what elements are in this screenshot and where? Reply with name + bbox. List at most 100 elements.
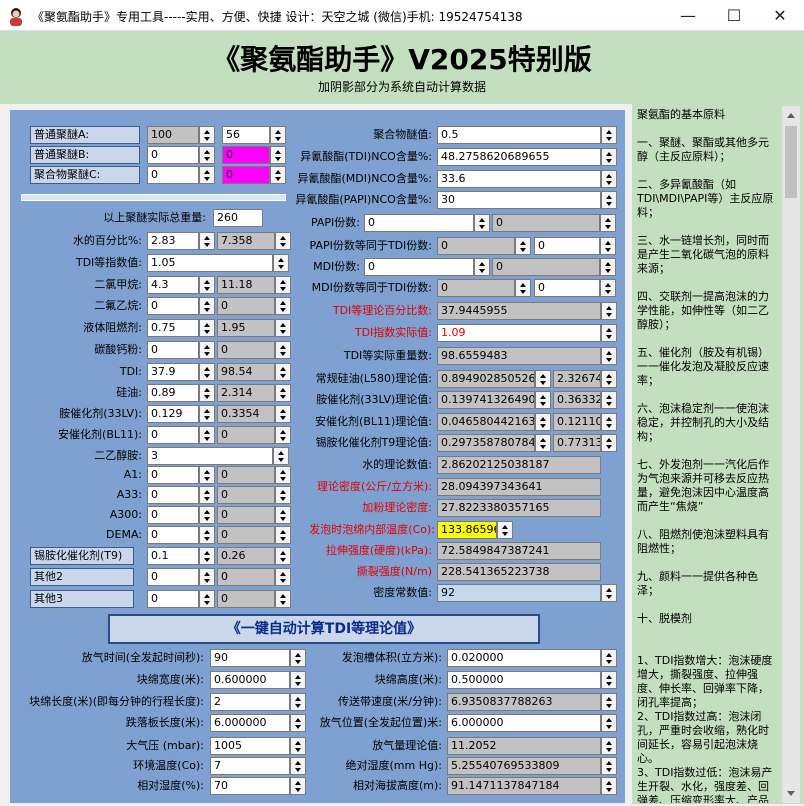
papi-nco-field-spin-icon[interactable]	[601, 191, 617, 209]
flame-field-1[interactable]: 0.75	[147, 319, 199, 337]
tensile-field[interactable]: 72.5849847387241	[437, 542, 601, 560]
deg-field-spin-icon[interactable]	[273, 447, 289, 465]
a300-field-2-spin-icon[interactable]	[275, 506, 291, 524]
a33-field-2-spin-icon[interactable]	[275, 486, 291, 504]
altitude-field-spin-icon[interactable]	[601, 777, 617, 795]
tin-theory-field-1[interactable]: 0.297358780784410	[437, 434, 535, 452]
silicone-theory-field-1-spin-icon[interactable]	[535, 370, 551, 388]
tdi-field-2-spin-icon[interactable]	[275, 363, 291, 381]
deg-field[interactable]: 3	[147, 447, 273, 465]
tin-theory-field-2[interactable]: 0.77313	[553, 434, 601, 452]
amineBL-theory-field-2-spin-icon[interactable]	[601, 413, 617, 431]
trough-field-spin-icon[interactable]	[601, 649, 617, 667]
caco3-field-1[interactable]: 0	[147, 341, 199, 359]
tin-theory-field-1-spin-icon[interactable]	[535, 434, 551, 452]
difluoro-field-1-spin-icon[interactable]	[199, 297, 215, 315]
silicone-theory-field-1[interactable]: 0.894902850526306	[437, 370, 535, 388]
polyC-field-2[interactable]: 0	[222, 166, 270, 184]
other2-field-1-spin-icon[interactable]	[199, 568, 215, 586]
silicone-field-1-spin-icon[interactable]	[199, 384, 215, 402]
density-field[interactable]: 28.094397343641	[437, 478, 601, 496]
other2-field-1[interactable]: 0	[147, 568, 199, 586]
block-width-field[interactable]: 0.600000	[210, 671, 290, 689]
water-field-2-spin-icon[interactable]	[275, 232, 291, 250]
difluoro-field-1[interactable]: 0	[147, 297, 199, 315]
amineBL-field-1-spin-icon[interactable]	[199, 426, 215, 444]
papi-eq-field-2[interactable]: 0	[534, 237, 600, 255]
polyA-field-2[interactable]: 56	[222, 126, 270, 144]
humidity-field[interactable]: 70	[210, 777, 290, 795]
silicone-field-2[interactable]: 2.314	[217, 384, 275, 402]
t9-field-1-spin-icon[interactable]	[199, 547, 215, 565]
papi-eq-field-1-spin-icon[interactable]	[515, 237, 531, 255]
tdi-nco-field-spin-icon[interactable]	[601, 148, 617, 166]
block-length-field[interactable]: 2	[210, 693, 290, 711]
papi-nco-field[interactable]: 30	[437, 191, 601, 209]
amine33-theory-field-1[interactable]: 0.139741326490728	[437, 391, 535, 409]
mdi-eq-field-2[interactable]: 0	[534, 279, 600, 297]
papi-eq-field-1[interactable]: 0	[437, 237, 515, 255]
polyB-field-1[interactable]: 0	[147, 146, 199, 164]
mdi-parts-field-2[interactable]: 0	[492, 258, 600, 276]
close-icon[interactable]: ✕	[757, 0, 803, 31]
conveyor-field-spin-icon[interactable]	[601, 693, 617, 711]
t9-field-2-spin-icon[interactable]	[275, 547, 291, 565]
other2-field-2[interactable]: 0	[217, 568, 275, 586]
a1-field-2[interactable]: 0	[217, 466, 275, 484]
tdi-theory-pct-field[interactable]: 37.9445955	[437, 302, 601, 320]
tdi-field-2[interactable]: 98.54	[217, 363, 275, 381]
dema-field-2[interactable]: 0	[217, 526, 275, 544]
vent-pos-field[interactable]: 6.000000	[447, 714, 601, 732]
tdi-theory-pct-field-spin-icon[interactable]	[601, 302, 617, 320]
vent-pos-field-spin-icon[interactable]	[601, 714, 617, 732]
papi-parts-field-1-spin-icon[interactable]	[474, 214, 490, 232]
mdi-parts-field-1-spin-icon[interactable]	[474, 258, 490, 276]
a1-field-1[interactable]: 0	[147, 466, 199, 484]
altitude-field[interactable]: 91.1471137847184	[447, 777, 601, 795]
silicone-theory-field-2-spin-icon[interactable]	[601, 370, 617, 388]
flame-field-2-spin-icon[interactable]	[275, 319, 291, 337]
papi-parts-field-2-spin-icon[interactable]	[600, 214, 616, 232]
caco3-field-2-spin-icon[interactable]	[275, 341, 291, 359]
abs-humidity-field[interactable]: 5.25540769533809	[447, 757, 601, 775]
vent-amount-field-spin-icon[interactable]	[601, 737, 617, 755]
papi-parts-field-2[interactable]: 0	[492, 214, 600, 232]
pressure-field[interactable]: 1005	[210, 737, 290, 755]
total-weight-field[interactable]: 260	[213, 209, 263, 227]
caco3-field-2[interactable]: 0	[217, 341, 275, 359]
polyB-field-1-spin-icon[interactable]	[199, 146, 215, 164]
tdi-field-1-spin-icon[interactable]	[199, 363, 215, 381]
water-field-1[interactable]: 2.83	[147, 232, 199, 250]
a1-field-1-spin-icon[interactable]	[199, 466, 215, 484]
other3-field-2[interactable]: 0	[217, 590, 275, 608]
dcm-field-1[interactable]: 4.3	[147, 276, 199, 294]
water-field-1-spin-icon[interactable]	[199, 232, 215, 250]
amine33-field-1-spin-icon[interactable]	[199, 405, 215, 423]
amine33-theory-field-1-spin-icon[interactable]	[535, 391, 551, 409]
foam-temp-field[interactable]: 133.865964	[437, 521, 497, 539]
notes-scrollbar[interactable]	[782, 106, 800, 803]
amineBL-field-1[interactable]: 0	[147, 426, 199, 444]
tdi-index-field[interactable]: 1.05	[147, 254, 273, 272]
vent-amount-field[interactable]: 11.2052	[447, 737, 601, 755]
density-const-field-spin-icon[interactable]	[601, 584, 617, 602]
amine33-field-2-spin-icon[interactable]	[275, 405, 291, 423]
caco3-field-1-spin-icon[interactable]	[199, 341, 215, 359]
maximize-icon[interactable]: ☐	[711, 0, 757, 31]
polyA-field-1-spin-icon[interactable]	[199, 126, 215, 144]
other3-field-2-spin-icon[interactable]	[275, 590, 291, 608]
difluoro-field-2[interactable]: 0	[217, 297, 275, 315]
mdi-parts-field-1[interactable]: 0	[364, 258, 474, 276]
silicone-theory-field-2[interactable]: 2.32674	[553, 370, 601, 388]
difluoro-field-2-spin-icon[interactable]	[275, 297, 291, 315]
tin-theory-field-2-spin-icon[interactable]	[601, 434, 617, 452]
scroll-up-icon[interactable]	[782, 106, 800, 124]
density-add-field[interactable]: 27.8223380357165	[437, 499, 601, 517]
a33-field-2[interactable]: 0	[217, 486, 275, 504]
drop-length-field[interactable]: 6.000000	[210, 714, 290, 732]
tear-field[interactable]: 228.541365223738	[437, 563, 601, 581]
tdi-nco-field[interactable]: 48.2758620689655	[437, 148, 601, 166]
amineBL-field-2[interactable]: 0	[217, 426, 275, 444]
poly-value-field[interactable]: 0.5	[437, 126, 601, 144]
amine33-theory-field-2[interactable]: 0.36332	[553, 391, 601, 409]
